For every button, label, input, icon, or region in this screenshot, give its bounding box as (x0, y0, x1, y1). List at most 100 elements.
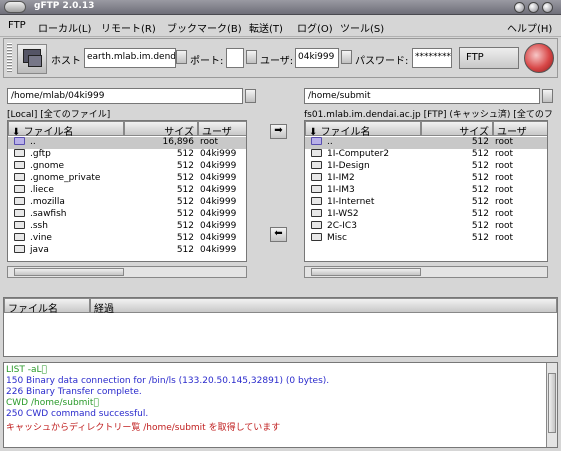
local-file-row[interactable]: .gftp 512 04ki999 (8, 149, 246, 161)
local-file-row[interactable]: .. 16,896 root (8, 137, 246, 149)
remote-file-row[interactable]: 1I-Design 512 root (305, 161, 547, 173)
folder-icon (14, 161, 25, 169)
parent-folder-icon (311, 137, 322, 145)
folder-icon (14, 233, 25, 241)
local-header-name[interactable]: ⬇ ファイル名 (8, 121, 124, 138)
remote-file-row[interactable]: .. 512 root (305, 137, 547, 149)
local-path-dropdown-icon[interactable] (245, 89, 256, 103)
port-label: ポート: (190, 56, 224, 67)
menu-remote[interactable]: リモート(R) (101, 20, 156, 35)
file-name: .ssh (30, 221, 48, 231)
remote-header-size[interactable]: サイズ (421, 121, 493, 138)
folder-icon (311, 221, 322, 229)
window-title: gFTP 2.0.13 (34, 1, 95, 11)
log-vscrollbar[interactable] (546, 363, 557, 447)
transfer-list[interactable]: ファイル名 経過 (3, 297, 558, 357)
remote-path-input[interactable]: /home/submit (304, 88, 540, 104)
local-file-row[interactable]: .gnome_private 512 04ki999 (8, 173, 246, 185)
file-user: 04ki999 (200, 233, 237, 243)
remote-file-row[interactable]: 1I-Computer2 512 root (305, 149, 547, 161)
minimize-icon[interactable] (514, 2, 525, 13)
remote-file-row[interactable]: 1I-WS2 512 root (305, 209, 547, 221)
user-label: ユーザ: (260, 56, 294, 67)
remote-file-row[interactable]: Misc 512 root (305, 233, 547, 245)
local-file-row[interactable]: .mozilla 512 04ki999 (8, 197, 246, 209)
remote-file-row[interactable]: 1I-IM2 512 root (305, 173, 547, 185)
remote-file-list[interactable]: ⬇ ファイル名 サイズ ユーザ .. 512 root 1I-Computer2 512… (304, 120, 548, 262)
transfer-header-file[interactable]: ファイル名 (4, 298, 90, 315)
local-file-row[interactable]: .gnome 512 04ki999 (8, 161, 246, 173)
menu-tools[interactable]: ツール(S) (340, 20, 384, 35)
local-hscroll-thumb[interactable] (14, 268, 124, 276)
remote-header-name[interactable]: ⬇ ファイル名 (305, 121, 421, 138)
local-header-size[interactable]: サイズ (124, 121, 198, 138)
protocol-select[interactable]: FTP (459, 47, 519, 69)
file-user: 04ki999 (200, 161, 237, 171)
remote-hscrollbar[interactable] (304, 266, 548, 278)
menu-ftp[interactable]: FTP (8, 20, 26, 31)
file-size: 512 (176, 197, 194, 207)
remote-path-dropdown-icon[interactable] (542, 89, 553, 103)
stop-icon[interactable] (524, 43, 554, 73)
parent-folder-icon (14, 137, 25, 145)
menu-log[interactable]: ログ(O) (297, 20, 333, 35)
file-size: 512 (176, 185, 194, 195)
user-input[interactable]: 04ki999 (295, 48, 339, 68)
menu-bookmarks[interactable]: ブックマーク(B) (167, 20, 242, 35)
toolbar-handle[interactable] (7, 43, 12, 73)
local-hscrollbar[interactable] (7, 266, 247, 278)
file-size: 512 (176, 161, 194, 171)
remote-header-user[interactable]: ユーザ (493, 121, 547, 138)
maximize-icon[interactable] (528, 2, 539, 13)
folder-icon (311, 209, 322, 217)
file-user: root (495, 149, 514, 159)
file-name: .liece (30, 185, 54, 195)
local-file-list[interactable]: ⬇ ファイル名 サイズ ユーザ .. 16,896 root .gftp 512 04ki… (7, 120, 247, 262)
local-pane-info: [Local] [全てのファイル] (7, 110, 111, 120)
file-size: 512 (471, 137, 489, 147)
local-header-user[interactable]: ユーザ (198, 121, 246, 138)
connect-button[interactable] (17, 44, 47, 74)
menu-local[interactable]: ローカル(L) (38, 20, 91, 35)
log-panel[interactable]: LIST -aL⃞ 150 Binary data connection for … (3, 362, 558, 448)
download-button[interactable]: ⬅ (270, 227, 287, 242)
file-name: .vine (30, 233, 52, 243)
file-size: 512 (471, 233, 489, 243)
file-name: .gnome_private (30, 173, 101, 183)
file-name: 1I-IM3 (327, 185, 355, 195)
host-dropdown-icon[interactable] (176, 50, 187, 64)
close-icon[interactable] (542, 2, 553, 13)
local-pane: /home/mlab/04ki999 [Local] [全てのファイル] ⬇ フ… (3, 84, 261, 280)
file-user: root (495, 185, 514, 195)
remote-hscroll-thumb[interactable] (311, 268, 421, 276)
local-file-row[interactable]: .vine 512 04ki999 (8, 233, 246, 245)
log-vscroll-thumb[interactable] (548, 373, 556, 433)
menu-help[interactable]: ヘルプ(H) (507, 20, 552, 35)
file-user: 04ki999 (200, 197, 237, 207)
local-file-row[interactable]: .liece 512 04ki999 (8, 185, 246, 197)
user-dropdown-icon[interactable] (341, 50, 352, 64)
local-file-row[interactable]: .ssh 512 04ki999 (8, 221, 246, 233)
port-input[interactable] (226, 48, 244, 68)
host-input[interactable]: earth.mlab.im.dendai (84, 48, 176, 68)
window-menu-icon[interactable] (4, 1, 26, 13)
file-name: .mozilla (30, 197, 65, 207)
transfer-header-progress[interactable]: 経過 (90, 298, 557, 315)
remote-file-row[interactable]: 1I-IM3 512 root (305, 185, 547, 197)
file-name: java (30, 245, 49, 255)
file-user: root (495, 161, 514, 171)
menu-transfer[interactable]: 転送(T) (249, 20, 283, 35)
remote-file-row[interactable]: 1I-Internet 512 root (305, 197, 547, 209)
local-file-row[interactable]: java 512 04ki999 (8, 245, 246, 257)
port-dropdown-icon[interactable] (246, 50, 257, 64)
local-file-row[interactable]: .sawfish 512 04ki999 (8, 209, 246, 221)
file-user: root (495, 173, 514, 183)
file-size: 512 (471, 185, 489, 195)
local-path-input[interactable]: /home/mlab/04ki999 (7, 88, 243, 104)
file-size: 512 (176, 233, 194, 243)
remote-pane-info: fs01.mlab.im.dendai.ac.jp [FTP] (キャッシュ済)… (304, 110, 553, 120)
upload-button[interactable]: ➡ (270, 124, 287, 139)
remote-file-row[interactable]: 2C-IC3 512 root (305, 221, 547, 233)
password-label: パスワード: (355, 56, 409, 67)
password-input[interactable]: ******** (412, 48, 452, 68)
